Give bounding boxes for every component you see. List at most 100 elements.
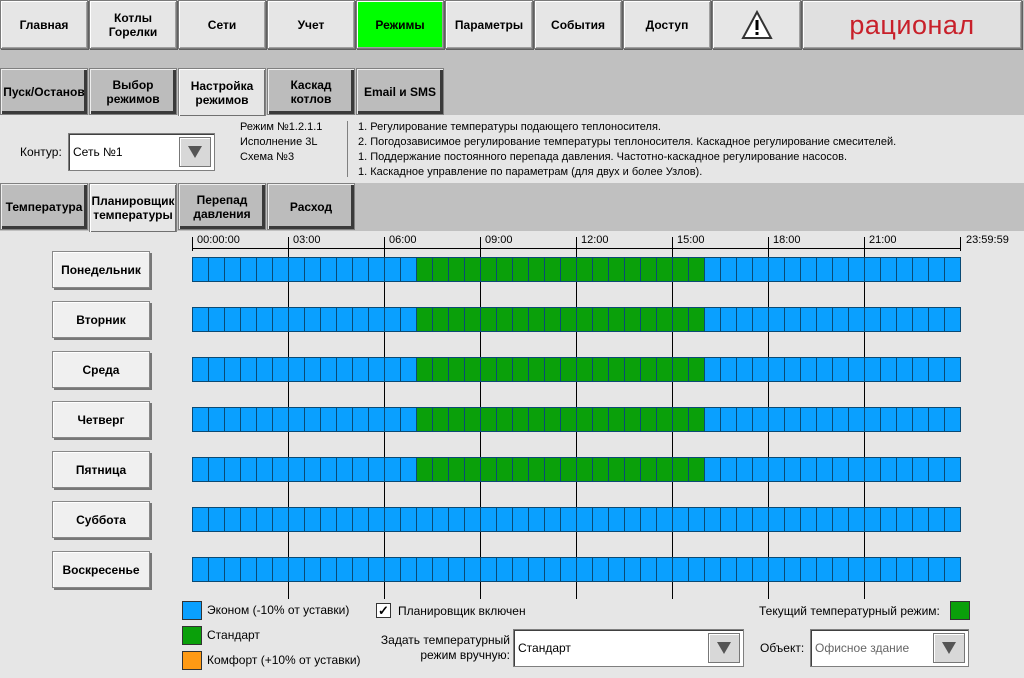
schedule-cell[interactable] — [256, 407, 273, 432]
schedule-cell[interactable] — [560, 457, 577, 482]
schedule-cell[interactable] — [400, 457, 417, 482]
day-button[interactable]: Суббота — [52, 501, 150, 538]
schedule-cell[interactable] — [400, 307, 417, 332]
schedule-cell[interactable] — [608, 357, 625, 382]
schedule-cell[interactable] — [848, 457, 865, 482]
schedule-cell[interactable] — [768, 457, 785, 482]
schedule-cell[interactable] — [304, 257, 321, 282]
schedule-cell[interactable] — [240, 307, 257, 332]
schedule-cell[interactable] — [592, 557, 609, 582]
schedule-cell[interactable] — [704, 257, 721, 282]
schedule-cell[interactable] — [784, 307, 801, 332]
schedule-cell[interactable] — [496, 457, 513, 482]
schedule-cell[interactable] — [352, 307, 369, 332]
schedule-cell[interactable] — [608, 507, 625, 532]
schedule-cell[interactable] — [672, 507, 689, 532]
schedule-cell[interactable] — [320, 507, 337, 532]
schedule-cell[interactable] — [768, 407, 785, 432]
schedule-cell[interactable] — [448, 307, 465, 332]
schedule-cell[interactable] — [640, 407, 657, 432]
tab-mode-select[interactable]: Выбор режимов — [89, 68, 177, 115]
schedule-cell[interactable] — [688, 457, 705, 482]
schedule-cell[interactable] — [480, 557, 497, 582]
schedule-cell[interactable] — [480, 307, 497, 332]
schedule-cell[interactable] — [560, 557, 577, 582]
schedule-cell[interactable] — [928, 457, 945, 482]
schedule-cell[interactable] — [688, 407, 705, 432]
schedule-cell[interactable] — [448, 407, 465, 432]
schedule-cell[interactable] — [368, 407, 385, 432]
schedule-cell[interactable] — [528, 557, 545, 582]
schedule-cell[interactable] — [768, 507, 785, 532]
schedule-cell[interactable] — [512, 357, 529, 382]
schedule-cell[interactable] — [192, 557, 209, 582]
schedule-cell[interactable] — [640, 557, 657, 582]
schedule-cell[interactable] — [544, 457, 561, 482]
schedule-cell[interactable] — [816, 557, 833, 582]
schedule-cell[interactable] — [208, 307, 225, 332]
schedule-cell[interactable] — [784, 257, 801, 282]
schedule-cell[interactable] — [688, 507, 705, 532]
schedule-cell[interactable] — [384, 357, 401, 382]
schedule-cell[interactable] — [752, 257, 769, 282]
schedule-cell[interactable] — [592, 307, 609, 332]
schedule-cell[interactable] — [672, 307, 689, 332]
schedule-cell[interactable] — [896, 407, 913, 432]
schedule-cell[interactable] — [240, 507, 257, 532]
schedule-cell[interactable] — [496, 507, 513, 532]
schedule-cell[interactable] — [800, 557, 817, 582]
schedule-cell[interactable] — [880, 257, 897, 282]
schedule-cell[interactable] — [848, 357, 865, 382]
schedule-cell[interactable] — [928, 557, 945, 582]
schedule-cell[interactable] — [272, 307, 289, 332]
schedule-cell[interactable] — [656, 457, 673, 482]
schedule-cell[interactable] — [256, 257, 273, 282]
schedule-cell[interactable] — [240, 257, 257, 282]
schedule-cell[interactable] — [416, 407, 433, 432]
schedule-cell[interactable] — [896, 457, 913, 482]
schedule-cell[interactable] — [944, 507, 961, 532]
schedule-cell[interactable] — [512, 407, 529, 432]
schedule-cell[interactable] — [576, 357, 593, 382]
schedule-cell[interactable] — [816, 357, 833, 382]
schedule-cell[interactable] — [464, 407, 481, 432]
schedule-cell[interactable] — [752, 507, 769, 532]
schedule-cell[interactable] — [272, 257, 289, 282]
schedule-cell[interactable] — [272, 357, 289, 382]
schedule-cell[interactable] — [208, 507, 225, 532]
day-button[interactable]: Вторник — [52, 301, 150, 338]
schedule-cell[interactable] — [400, 257, 417, 282]
schedule-cell[interactable] — [416, 257, 433, 282]
schedule-cell[interactable] — [192, 357, 209, 382]
schedule-cell[interactable] — [368, 357, 385, 382]
schedule-cell[interactable] — [640, 457, 657, 482]
schedule-cell[interactable] — [192, 407, 209, 432]
chevron-down-icon[interactable] — [933, 633, 965, 663]
schedule-cell[interactable] — [544, 357, 561, 382]
schedule-cell[interactable] — [912, 307, 929, 332]
chevron-down-icon[interactable] — [179, 137, 211, 167]
schedule-cell[interactable] — [640, 257, 657, 282]
schedule-cell[interactable] — [896, 557, 913, 582]
tab-pressure-drop[interactable]: Перепад давления — [178, 183, 266, 230]
schedule-cell[interactable] — [368, 307, 385, 332]
schedule-cell[interactable] — [320, 307, 337, 332]
schedule-cell[interactable] — [480, 257, 497, 282]
schedule-cell[interactable] — [208, 407, 225, 432]
schedule-cell[interactable] — [256, 507, 273, 532]
schedule-cell[interactable] — [384, 507, 401, 532]
schedule-cell[interactable] — [624, 307, 641, 332]
schedule-cell[interactable] — [512, 507, 529, 532]
schedule-cell[interactable] — [208, 457, 225, 482]
schedule-cell[interactable] — [816, 457, 833, 482]
schedule-cell[interactable] — [560, 357, 577, 382]
schedule-cell[interactable] — [464, 457, 481, 482]
schedule-cell[interactable] — [416, 357, 433, 382]
schedule-cell[interactable] — [448, 457, 465, 482]
schedule-cell[interactable] — [384, 257, 401, 282]
schedule-cell[interactable] — [720, 407, 737, 432]
schedule-cell[interactable] — [512, 307, 529, 332]
schedule-cell[interactable] — [272, 507, 289, 532]
schedule-cell[interactable] — [608, 407, 625, 432]
schedule-cell[interactable] — [864, 457, 881, 482]
